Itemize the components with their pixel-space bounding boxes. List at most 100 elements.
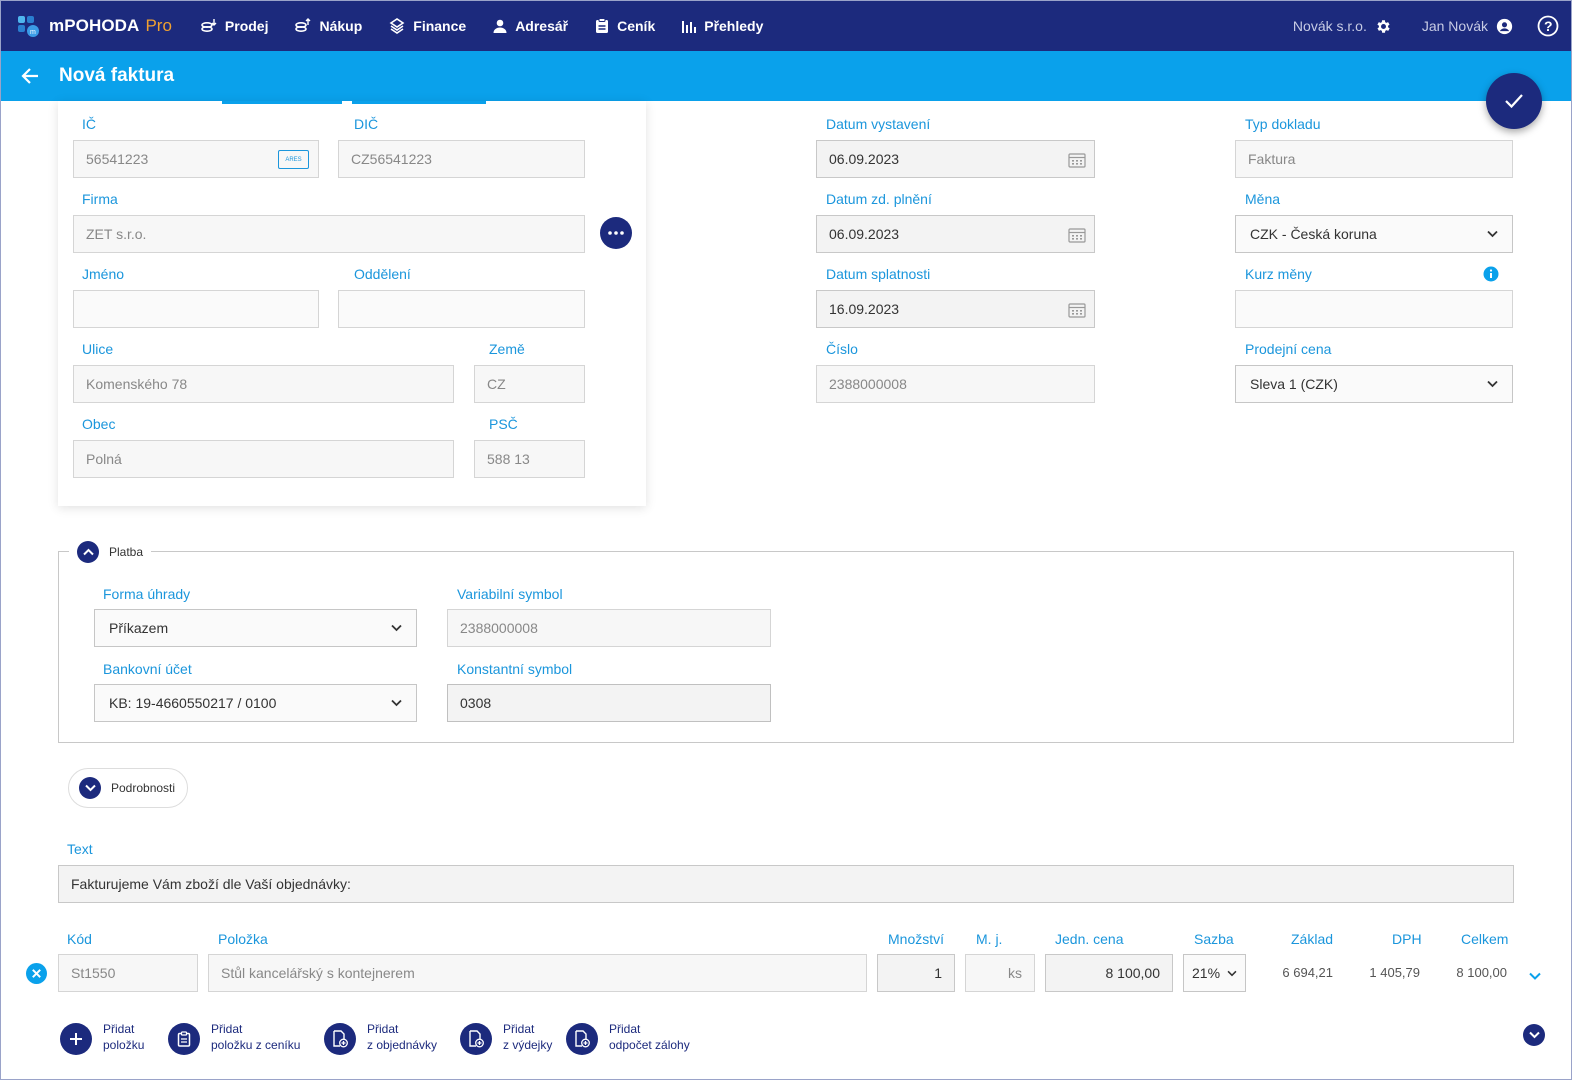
add-from-pricelist-button[interactable]: Přidat položku z ceníku: [168, 1021, 300, 1055]
text-field[interactable]: Fakturujeme Vám zboží dle Vaší objednávk…: [58, 865, 1514, 903]
datum-splatnosti-field[interactable]: 16.09.2023: [816, 290, 1095, 328]
dic-field[interactable]: CZ56541223: [338, 140, 585, 178]
app-logo[interactable]: m mPOHODA Pro: [17, 14, 172, 38]
typ-dokladu-value: Faktura: [1248, 151, 1296, 167]
top-navbar: m mPOHODA Pro Prodej Nákup Finance Adres…: [1, 1, 1571, 51]
col-dph: DPH: [1392, 931, 1422, 947]
help-button[interactable]: ?: [1537, 15, 1559, 37]
calendar-icon[interactable]: [1068, 152, 1086, 168]
mena-select[interactable]: CZK - Česká koruna: [1235, 215, 1513, 253]
firma-more-button[interactable]: [600, 217, 632, 249]
main-nav: Prodej Nákup Finance Adresář Ceník Přehl…: [200, 17, 789, 35]
cislo-value: 2388000008: [829, 376, 907, 392]
forma-uhrady-value: Příkazem: [109, 620, 169, 636]
add-from-delivery-button[interactable]: Přidat z výdejky: [460, 1021, 552, 1055]
ic-label: IČ: [82, 116, 96, 132]
save-invoice-button[interactable]: [1486, 73, 1542, 129]
konstantni-symbol-field[interactable]: 0308: [447, 684, 771, 722]
add-advance-deduction-line2: odpočet zálohy: [609, 1038, 690, 1052]
ulice-label: Ulice: [82, 341, 114, 357]
add-item-button[interactable]: Přidat položku: [60, 1021, 144, 1055]
col-jedn-cena: Jedn. cena: [1055, 931, 1124, 947]
help-icon: ?: [1537, 15, 1559, 37]
add-item-label: Přidat položku: [103, 1021, 144, 1053]
datum-zd-plneni-label: Datum zd. plnění: [826, 191, 932, 207]
collapse-button[interactable]: [77, 541, 99, 563]
user-menu[interactable]: Jan Novák: [1422, 18, 1513, 35]
back-button[interactable]: [21, 67, 39, 85]
chevron-down-icon: [84, 784, 96, 792]
kurz-meny-field[interactable]: [1235, 290, 1513, 328]
chevron-down-icon: [1227, 970, 1237, 976]
text-label: Text: [67, 841, 93, 857]
ic-field[interactable]: 56541223 ARES: [73, 140, 319, 178]
svg-text:m: m: [30, 29, 36, 36]
platba-toggle[interactable]: Platba: [69, 541, 152, 563]
forma-uhrady-label: Forma úhrady: [103, 586, 191, 602]
item-mj-field[interactable]: ks: [965, 954, 1035, 992]
calendar-icon[interactable]: [1068, 227, 1086, 243]
firma-field[interactable]: ZET s.r.o.: [73, 215, 585, 253]
nav-prehledy[interactable]: Přehledy: [681, 18, 763, 34]
datum-zd-plneni-field[interactable]: 06.09.2023: [816, 215, 1095, 253]
expand-summary-button[interactable]: [1523, 1024, 1545, 1046]
add-from-order-button[interactable]: Přidat z objednávky: [324, 1021, 437, 1055]
cislo-field[interactable]: 2388000008: [816, 365, 1095, 403]
variabilni-symbol-field[interactable]: 2388000008: [447, 609, 771, 647]
item-jedn-cena-field[interactable]: 8 100,00: [1045, 954, 1173, 992]
variabilni-symbol-value: 2388000008: [460, 620, 538, 636]
psc-field[interactable]: 588 13: [474, 440, 585, 478]
forma-uhrady-select[interactable]: Příkazem: [94, 609, 417, 647]
zeme-field[interactable]: CZ: [474, 365, 585, 403]
jmeno-field[interactable]: [73, 290, 319, 328]
remove-item-icon[interactable]: [26, 963, 47, 984]
item-sazba-select[interactable]: 21%: [1183, 954, 1246, 992]
calendar-icon[interactable]: [1068, 302, 1086, 318]
chevron-down-icon: [1528, 1031, 1540, 1039]
podrobnosti-label: Podrobnosti: [111, 781, 176, 795]
person-icon: [493, 19, 507, 33]
nav-prodej[interactable]: Prodej: [200, 17, 269, 35]
datum-vystaveni-field[interactable]: 06.09.2023: [816, 140, 1095, 178]
text-value: Fakturujeme Vám zboží dle Vaší objednávk…: [71, 876, 351, 892]
col-polozka: Položka: [218, 931, 268, 947]
chevron-down-icon[interactable]: [1526, 967, 1544, 985]
item-kod-field[interactable]: St1550: [58, 954, 198, 992]
ares-label: ARES: [285, 156, 302, 163]
tab-indicator: [352, 101, 486, 104]
expand-button[interactable]: [79, 777, 101, 799]
typ-dokladu-field[interactable]: Faktura: [1235, 140, 1513, 178]
ulice-field[interactable]: Komenského 78: [73, 365, 454, 403]
oddeleni-field[interactable]: [338, 290, 585, 328]
item-polozka-field[interactable]: Stůl kancelářský s kontejnerem: [208, 954, 867, 992]
nav-cenik[interactable]: Ceník: [594, 18, 655, 34]
clipboard-icon: [596, 18, 609, 33]
col-sazba: Sazba: [1194, 931, 1234, 947]
obec-field[interactable]: Polná: [73, 440, 454, 478]
obec-label: Obec: [82, 416, 116, 432]
info-icon[interactable]: [1483, 266, 1499, 282]
col-kod: Kód: [67, 931, 92, 947]
bankovni-ucet-label: Bankovní účet: [103, 661, 192, 677]
nav-finance[interactable]: Finance: [388, 17, 466, 35]
firma-label: Firma: [82, 191, 118, 207]
podrobnosti-toggle[interactable]: Podrobnosti: [68, 768, 188, 808]
bankovni-ucet-select[interactable]: KB: 19-4660550217 / 0100: [94, 684, 417, 722]
nav-prodej-label: Prodej: [224, 18, 269, 34]
company-switcher[interactable]: Novák s.r.o.: [1293, 18, 1392, 35]
add-item-line1: Přidat: [103, 1022, 135, 1036]
arrow-back-icon: [21, 68, 38, 84]
col-zaklad: Základ: [1291, 931, 1334, 947]
item-mnozstvi-field[interactable]: 1: [877, 954, 955, 992]
nav-nakup[interactable]: Nákup: [294, 17, 362, 35]
partner-card: IČ 56541223 ARES DIČ CZ56541223 Firma ZE…: [58, 101, 646, 506]
plus-icon: [60, 1023, 92, 1055]
app-window: m mPOHODA Pro Prodej Nákup Finance Adres…: [0, 0, 1572, 1080]
bankovni-ucet-value: KB: 19-4660550217 / 0100: [109, 695, 277, 711]
add-advance-deduction-button[interactable]: Přidat odpočet zálohy: [566, 1021, 690, 1055]
nav-adresar[interactable]: Adresář: [492, 18, 568, 34]
ares-lookup-icon[interactable]: ARES: [278, 150, 309, 169]
document-plus-icon: [324, 1023, 356, 1055]
prodejni-cena-select[interactable]: Sleva 1 (CZK): [1235, 365, 1513, 403]
datum-vystaveni-value: 06.09.2023: [829, 151, 900, 167]
